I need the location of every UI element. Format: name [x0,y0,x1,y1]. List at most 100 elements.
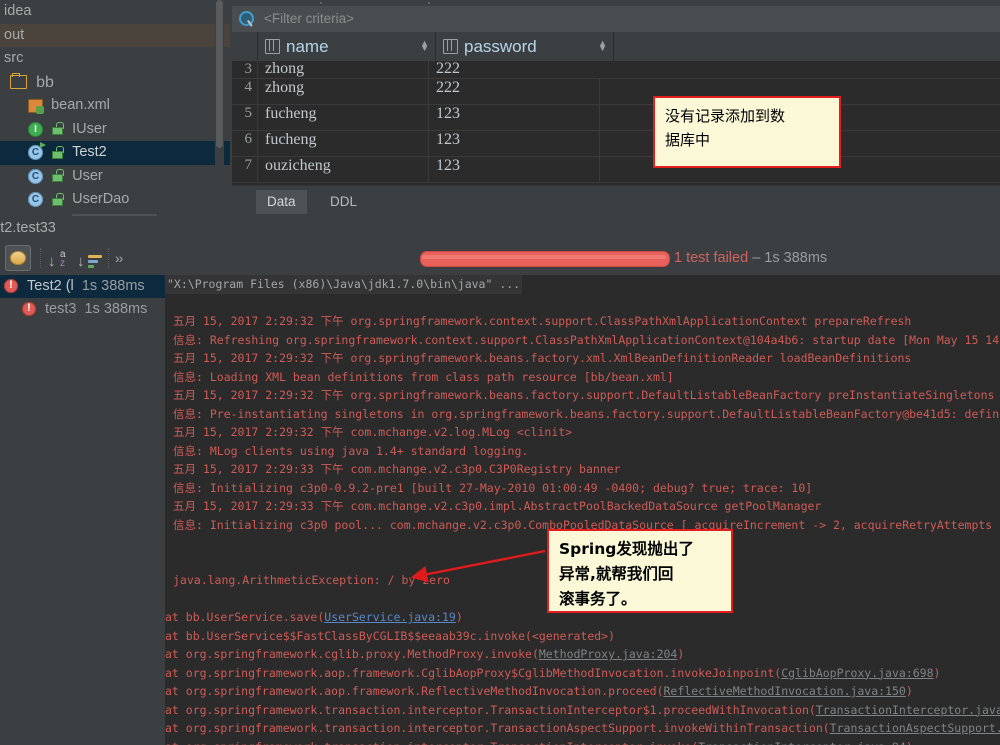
console-stacktrace-line[interactable]: at org.springframework.transaction.inter… [165,738,1000,745]
test-tree-duration: 1s 388ms [81,278,145,294]
cell-password[interactable]: 123 [428,105,599,130]
test-tree-label: Test2 (l [27,278,74,294]
console-log-line: 五月 15, 2017 2:29:32 下午 org.springframewo… [173,314,912,328]
tree-item-bb[interactable]: bb [0,71,230,95]
console-stacktrace-line[interactable]: at bb.UserService$$FastClassByCGLIB$$eea… [165,627,1000,646]
stacktrace-text: ) [455,610,463,624]
result-grid[interactable]: name ▲ ▼ password ▲ ▼ 3 zhong 222 4 zhong [232,32,1000,184]
sort-alphabetically-button[interactable]: ↓ a z [46,245,72,271]
cell-password[interactable]: 123 [428,157,599,182]
test-results-tree[interactable]: Test2 (l 1s 388ms test3 1s 388ms [0,275,165,745]
cell-password[interactable]: 222 [428,60,599,78]
tree-item-src[interactable]: src [0,47,230,71]
stacktrace-text: at org.springframework.transaction.inter… [165,721,830,735]
console-stacktrace-line[interactable]: at org.springframework.cglib.proxy.Metho… [165,645,1000,664]
stacktrace-text: at org.springframework.cglib.proxy.Metho… [165,647,539,661]
table-row[interactable]: 3 zhong 222 [232,60,1000,79]
tree-item-label: User [72,167,103,184]
test-progress-bar [420,251,670,267]
stacktrace-link[interactable]: ReflectiveMethodInvocation.java:150 [664,684,906,698]
tree-item-label: Test2 [72,144,107,160]
stacktrace-text: at org.springframework.transaction.inter… [165,740,698,745]
tree-item-label: IUser [72,120,107,137]
cell-name[interactable]: zhong [257,60,428,78]
table-row[interactable]: 7 ouzicheng 123 [232,157,1000,183]
status-text: 1 test failed [674,250,749,266]
runnable-class-icon: C [28,142,47,161]
annotation-arrow [410,549,546,583]
tree-item-iuser[interactable]: I IUser [0,118,230,142]
stacktrace-link[interactable]: TransactionInterceptor.java:96 [816,703,1000,717]
test-tree-row-class[interactable]: Test2 (l 1s 388ms [0,275,165,298]
stacktrace-text: ) [933,665,941,680]
console-log-line: 五月 15, 2017 2:29:33 下午 com.mchange.v2.c3… [173,462,621,476]
console-lines: "X:\Program Files (x86)\Java\jdk1.7.0\bi… [165,275,1000,745]
filter-input[interactable]: <Filter criteria> [264,11,354,26]
stacktrace-link[interactable]: MethodProxy.java:204 [539,647,677,661]
unlocked-icon [52,169,65,183]
cell-name[interactable]: fucheng [257,131,428,156]
console-stacktrace-line[interactable]: at org.springframework.transaction.inter… [165,719,1000,738]
tree-item-label: idea [4,3,32,19]
stacktrace-text: ) [677,647,685,661]
unlocked-icon [52,192,65,206]
tree-item-idea[interactable]: idea [0,0,230,24]
unlocked-icon [52,122,65,136]
scrollbar-thumb[interactable] [216,0,223,148]
table-row[interactable]: 6 fucheng 123 [232,131,1000,157]
stacktrace-link[interactable]: TransactionInterceptor.java:94 [698,740,906,745]
tab-ddl[interactable]: DDL [319,190,368,214]
stacktrace-text: at bb.UserService.save( [165,610,325,624]
tree-item-bean-xml[interactable]: bean.xml [0,94,230,118]
cell-name[interactable]: zhong [257,79,428,104]
cell-password[interactable]: 123 [428,131,599,156]
cell-name[interactable]: fucheng [257,105,428,130]
stacktrace-link[interactable]: UserService.java:19 [324,610,456,624]
test-tree-row-method[interactable]: test3 1s 388ms [0,298,165,321]
stacktrace-link[interactable]: TransactionAspectSupport.java:260 [830,721,1000,735]
console-stacktrace-line[interactable]: at org.springframework.aop.framework.Cgl… [165,664,1000,683]
filter-bar[interactable]: <Filter criteria> [232,6,1000,33]
tree-item-out[interactable]: out [0,23,230,47]
column-icon [443,39,458,54]
arrow-down-icon: ↓ [48,253,56,270]
test-tree-label: test3 [45,301,77,317]
stacktrace-text: ) [906,740,913,745]
console-stacktrace-line[interactable]: at org.springframework.transaction.inter… [165,701,1000,720]
console-output[interactable]: "X:\Program Files (x86)\Java\jdk1.7.0\bi… [165,275,1000,745]
test-tree-duration: 1s 388ms [84,301,148,317]
column-header-label: name [286,36,329,56]
column-header-password[interactable]: password ▲ ▼ [436,32,614,61]
cell-name[interactable]: ouzicheng [257,157,428,182]
stacktrace-text: at org.springframework.transaction.inter… [165,702,816,717]
row-number: 7 [244,157,253,173]
sort-by-duration-button[interactable]: ↓ [76,245,102,271]
tree-item-userdao[interactable]: C UserDao [0,188,230,212]
stacktrace-link[interactable]: CglibAopProxy.java:698 [781,666,933,680]
project-tree-scrollbar[interactable] [215,0,224,216]
tree-item-user[interactable]: C User [0,165,230,189]
table-row[interactable]: 4 zhong 222 [232,79,1000,105]
breadcrumb-label: st2.test33 [0,220,56,236]
sort-indicator-icon[interactable]: ▲ ▼ [598,39,607,53]
column-header-name[interactable]: name ▲ ▼ [258,32,436,61]
sort-indicator-icon[interactable]: ▲ ▼ [420,39,429,53]
annotation-note-spring-rollback: Spring发现抛出了 异常,就帮我们回 滚事务了。 [547,529,733,613]
annotation-note-no-records: 没有记录添加到数 据库中 [653,96,841,168]
console-command-line: "X:\Program Files (x86)\Java\jdk1.7.0\bi… [165,275,523,294]
table-row[interactable]: 5 fucheng 123 [232,105,1000,131]
expand-toolbar-button[interactable]: ›› [115,250,123,266]
toggle-passed-tests-button[interactable] [5,245,31,271]
console-log-line: 五月 15, 2017 2:29:32 下午 org.springframewo… [173,351,912,365]
cell-password[interactable]: 222 [428,79,599,104]
console-log-line: 信息: Refreshing org.springframework.conte… [173,332,1000,347]
row-number: 5 [244,105,253,121]
tab-data[interactable]: Data [256,190,307,214]
console-log-line: 五月 15, 2017 2:29:32 下午 org.springframewo… [173,388,995,402]
console-stacktrace-line[interactable]: at org.springframework.aop.framework.Ref… [165,682,1000,701]
column-header-label: password [464,36,537,56]
console-log-line: 五月 15, 2017 2:29:33 下午 com.mchange.v2.c3… [173,499,822,513]
project-tree-panel[interactable]: idea out src bb bean.xml I IUser C Test2… [0,0,230,216]
stacktrace-text: at org.springframework.aop.framework.Ref… [165,684,664,698]
tree-item-test2[interactable]: C Test2 [0,141,230,165]
